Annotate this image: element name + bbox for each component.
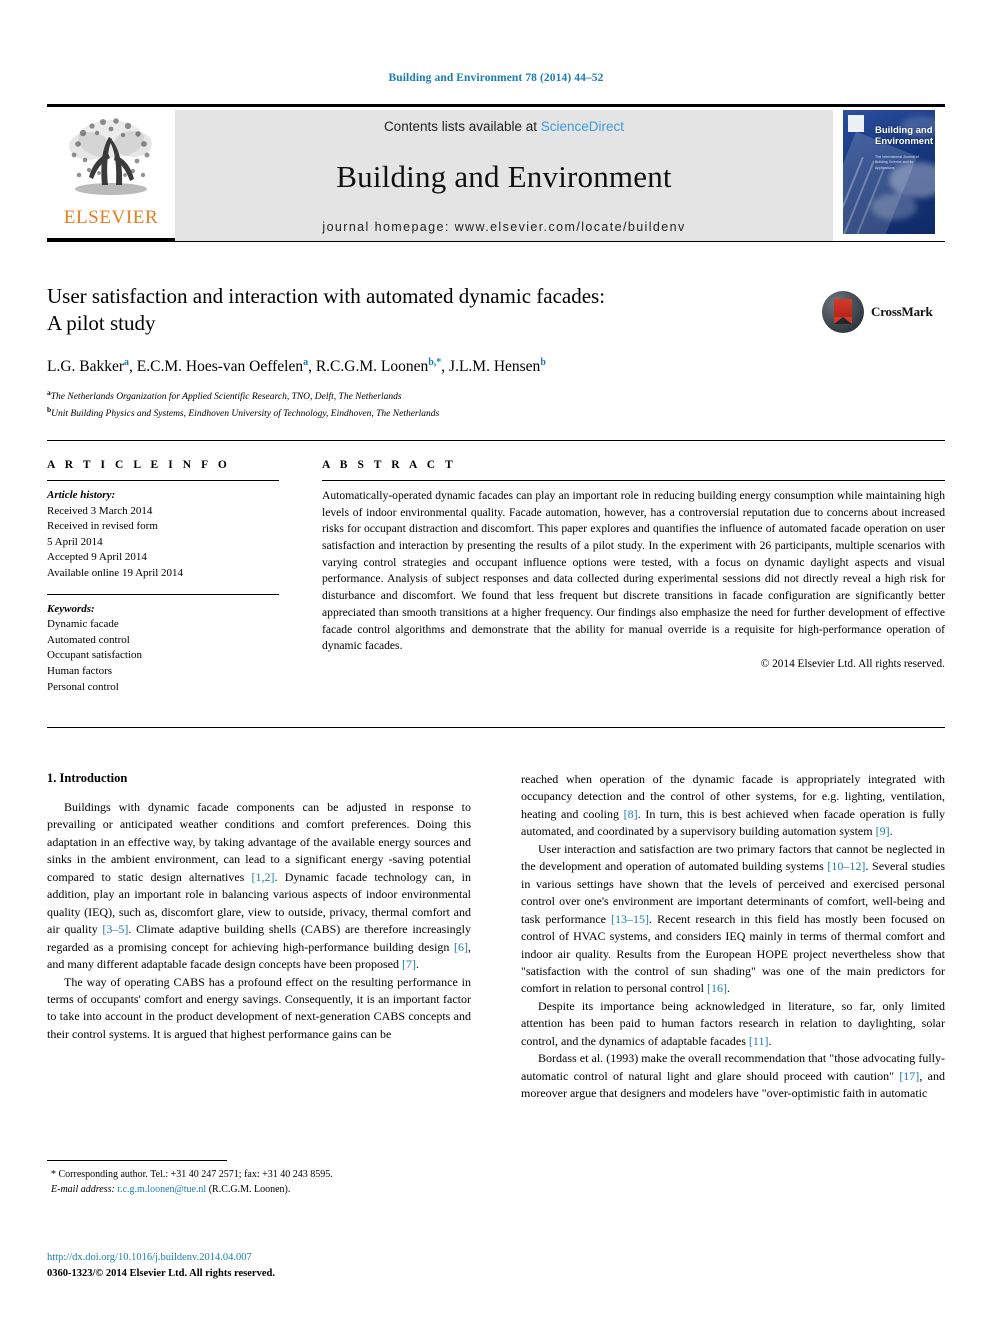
corresponding-author-note: * Corresponding author. Tel.: +31 40 247… [51, 1169, 333, 1180]
doi-link[interactable]: http://dx.doi.org/10.1016/j.buildenv.201… [47, 1250, 471, 1266]
journal-homepage-link[interactable]: journal homepage: www.elsevier.com/locat… [322, 220, 685, 234]
cover-subtitle: The International Journal of Building Sc… [875, 155, 919, 170]
article-info-column: A R T I C L E I N F O Article history: R… [47, 459, 279, 695]
article-title-block: User satisfaction and interaction with a… [47, 283, 817, 422]
info-section-top-rule [47, 440, 945, 441]
masthead-center-panel: Contents lists available at ScienceDirec… [175, 110, 833, 241]
elsevier-tree-icon [69, 118, 152, 195]
journal-masthead: ELSEVIER Contents lists available at Sci… [47, 104, 945, 242]
keywords-label: Keywords: [47, 602, 95, 615]
email-owner: (R.C.G.M. Loonen). [208, 1183, 291, 1195]
author-affil-mark: b,* [428, 356, 442, 368]
body-paragraph: The way of operating CABS has a profound… [47, 974, 471, 1041]
history-item: Received 3 March 2014 [47, 504, 153, 517]
author-item[interactable]: L.G. Bakkera [47, 357, 129, 375]
elsevier-wordmark: ELSEVIER [63, 207, 159, 228]
abstract-copyright: © 2014 Elsevier Ltd. All rights reserved… [760, 657, 945, 670]
history-item: Received in revised form [47, 520, 158, 533]
body-column-left: 1. Introduction Buildings with dynamic f… [47, 771, 471, 1043]
page-title: User satisfaction and interaction with a… [47, 283, 817, 337]
author-list: L.G. Bakkera, E.C.M. Hoes-van Oeffelena,… [47, 356, 546, 375]
abstract-heading: A B S T R A C T [322, 459, 457, 471]
affiliation-item: bUnit Building Physics and Systems, Eind… [47, 405, 440, 420]
journal-cover-thumbnail[interactable]: Building and Environment The Internation… [843, 110, 935, 234]
keyword-item: Occupant satisfaction [47, 649, 142, 662]
history-item: Available online 19 April 2014 [47, 567, 184, 580]
body-paragraph: reached when operation of the dynamic fa… [521, 772, 946, 839]
body-paragraph: Despite its importance being acknowledge… [521, 998, 945, 1048]
keywords-group: Keywords: Dynamic facade Automated contr… [47, 602, 279, 696]
crossmark-badge[interactable]: CrossMark [822, 287, 946, 337]
abstract-text: Automatically-operated dynamic facades c… [322, 489, 945, 653]
affiliation-item: aThe Netherlands Organization for Applie… [47, 388, 402, 403]
section-heading-introduction: 1. Introduction [47, 771, 128, 785]
divider [47, 480, 279, 481]
body-paragraph: User interaction and satisfaction are tw… [521, 841, 945, 996]
article-info-heading: A R T I C L E I N F O [47, 459, 231, 471]
journal-cover-container: Building and Environment The Internation… [833, 110, 945, 241]
history-item: Accepted 9 April 2014 [47, 551, 147, 564]
author-item[interactable]: E.C.M. Hoes-van Oeffelena [137, 357, 308, 375]
article-history-group: Article history: Received 3 March 2014 R… [47, 488, 279, 582]
keyword-item: Human factors [47, 665, 113, 678]
footnote-block: * Corresponding author. Tel.: +31 40 247… [47, 1168, 471, 1197]
author-affil-mark: b [540, 356, 546, 368]
email-link[interactable]: r.c.g.m.loonen@tue.nl [117, 1184, 206, 1195]
issn-copyright-line: 0360-1323/© 2014 Elsevier Ltd. All right… [47, 1267, 275, 1279]
body-paragraph: Bordass et al. (1993) make the overall r… [521, 1051, 945, 1101]
author-item[interactable]: J.L.M. Hensenb [449, 356, 546, 375]
sciencedirect-link[interactable]: ScienceDirect [541, 119, 624, 134]
contents-available-line: Contents lists available at ScienceDirec… [384, 119, 624, 134]
elsevier-logo: ELSEVIER [47, 110, 175, 241]
journal-article-page: Building and Environment 78 (2014) 44–52 [0, 0, 992, 1323]
crossmark-icon [822, 291, 864, 333]
info-section-bottom-rule [47, 727, 945, 728]
body-paragraph: Buildings with dynamic facade components… [47, 800, 472, 972]
article-history-label: Article history: [47, 489, 116, 501]
paper-title-line-2: A pilot study [47, 310, 156, 335]
author-item[interactable]: R.C.G.M. Loonenb,* [316, 356, 442, 375]
keyword-item: Automated control [47, 633, 130, 646]
paper-title-line-1: User satisfaction and interaction with a… [47, 284, 606, 308]
body-column-right: reached when operation of the dynamic fa… [521, 771, 945, 1103]
footnote-rule [47, 1160, 227, 1161]
running-head: Building and Environment 78 (2014) 44–52 [388, 72, 604, 84]
divider [322, 480, 945, 481]
keyword-item: Personal control [47, 680, 119, 693]
keyword-item: Dynamic facade [47, 618, 119, 631]
affiliation-list: aThe Netherlands Organization for Applie… [47, 387, 817, 422]
contents-prefix: Contents lists available at [383, 119, 541, 134]
abstract-column: A B S T R A C T Automatically-operated d… [322, 459, 945, 670]
crossmark-label: CrossMark [871, 304, 933, 319]
email-label: E-mail address: [51, 1183, 115, 1195]
history-item: 5 April 2014 [47, 535, 103, 548]
journal-title: Building and Environment [336, 159, 672, 194]
email-note: E-mail address: r.c.g.m.loonen@tue.nl (R… [47, 1183, 471, 1198]
divider [47, 593, 279, 595]
doi-block: http://dx.doi.org/10.1016/j.buildenv.201… [47, 1250, 471, 1282]
cover-title: Building and Environment [875, 125, 934, 147]
cover-elsevier-mark [848, 115, 864, 132]
